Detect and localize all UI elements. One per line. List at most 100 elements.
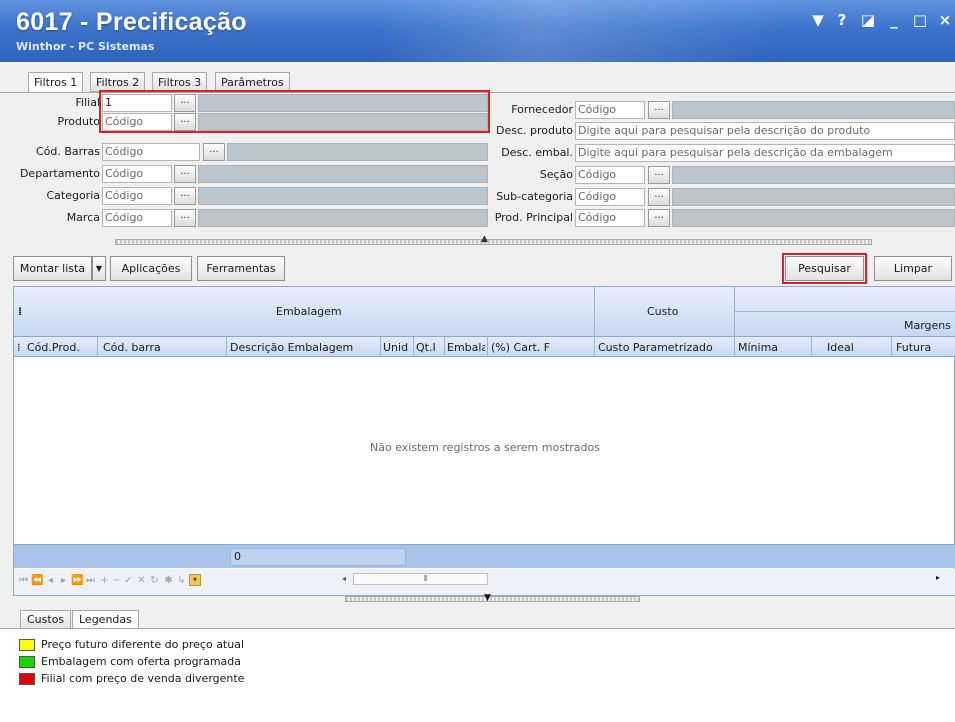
band-custo: Custo	[647, 305, 679, 318]
last-page-icon[interactable]: ⏭	[85, 575, 96, 586]
col-divider	[594, 337, 595, 357]
scroll-thumb-icon[interactable]: ⦀	[424, 574, 428, 584]
sub-categoria-input[interactable]: Código	[575, 188, 645, 206]
desc-embal-input[interactable]: Digite aqui para pesquisar pela descriçã…	[575, 144, 955, 162]
prod-principal-ellipsis-button[interactable]: ...	[648, 209, 670, 227]
maximize-icon[interactable]: □	[910, 9, 930, 31]
filial-produto-highlight	[99, 90, 490, 133]
departamento-ellipsis-button[interactable]: ...	[174, 165, 196, 183]
prod-principal-description	[672, 209, 955, 227]
cod-barras-ellipsis-button[interactable]: ...	[203, 143, 225, 161]
prev-page-icon[interactable]: ⏪	[31, 575, 43, 586]
collapse-down-icon[interactable]: ▼	[484, 593, 491, 603]
legend-swatch-yellow	[19, 639, 35, 651]
fornecedor-ellipsis-button[interactable]: ...	[648, 101, 670, 119]
produto-label: Produto	[57, 115, 100, 128]
col-unid[interactable]: Unid	[383, 341, 413, 354]
prod-principal-input[interactable]: Código	[575, 209, 645, 227]
col-divider	[380, 337, 381, 357]
sub-categoria-description	[672, 188, 955, 206]
confirm-icon[interactable]: ✓	[123, 575, 134, 586]
grid-summary-row: 0	[14, 544, 955, 568]
departamento-input[interactable]: Código	[102, 165, 172, 183]
col-cod-prod[interactable]: Cód.Prod.	[27, 341, 95, 354]
filter-splitter[interactable]	[115, 239, 872, 245]
legend-item: Embalagem com oferta programada	[41, 655, 241, 668]
col-minima[interactable]: Mínima	[738, 341, 808, 354]
restore-icon[interactable]: ◪	[858, 9, 878, 31]
prev-record-icon[interactable]: ◂	[45, 575, 56, 586]
bottom-splitter[interactable]	[345, 596, 640, 602]
ferramentas-button[interactable]: Ferramentas	[197, 256, 285, 281]
categoria-description	[198, 187, 488, 205]
scroll-right-icon[interactable]: ▸	[936, 573, 940, 582]
secao-label: Seção	[539, 168, 573, 181]
fornecedor-description	[672, 101, 955, 119]
row-indicator: ⁞	[17, 341, 21, 354]
sub-categoria-ellipsis-button[interactable]: ...	[648, 188, 670, 206]
col-cart-f[interactable]: (%) Cart. F	[491, 341, 591, 354]
cod-barras-input[interactable]: Código	[102, 143, 200, 161]
minimize-icon[interactable]: _	[884, 9, 904, 31]
secao-ellipsis-button[interactable]: ...	[648, 166, 670, 184]
col-futura[interactable]: Futura	[896, 341, 954, 354]
next-record-icon[interactable]: ▸	[58, 575, 69, 586]
marca-input[interactable]: Código	[102, 209, 172, 227]
menu-down-icon[interactable]: ▼	[808, 9, 828, 31]
tab-filtros-3[interactable]: Filtros 3	[152, 72, 208, 92]
col-ideal[interactable]: Ideal	[827, 341, 887, 354]
col-divider	[444, 337, 445, 357]
tab-parametros[interactable]: Parâmetros	[215, 72, 290, 92]
band-divider	[594, 287, 595, 337]
empty-state-message: Não existem registros a serem mostrados	[370, 441, 600, 454]
col-divider	[97, 337, 98, 357]
close-icon[interactable]: ×	[935, 9, 955, 31]
marca-ellipsis-button[interactable]: ...	[174, 209, 196, 227]
fornecedor-input[interactable]: Código	[575, 101, 645, 119]
scroll-left-icon[interactable]: ◂	[342, 574, 346, 584]
tab-filtros-1[interactable]: Filtros 1	[28, 72, 84, 93]
tab-legendas[interactable]: Legendas	[72, 610, 139, 630]
desc-embal-label: Desc. embal.	[501, 146, 573, 159]
goto-bookmark-icon[interactable]: ↳	[176, 575, 187, 586]
pesquisar-highlight	[782, 253, 867, 284]
prod-principal-label: Prod. Principal	[494, 211, 573, 224]
marca-description	[198, 209, 488, 227]
col-divider	[226, 337, 227, 357]
col-divider	[487, 337, 488, 357]
filter-icon[interactable]: ▾	[189, 574, 201, 586]
departamento-description	[198, 165, 488, 183]
categoria-input[interactable]: Código	[102, 187, 172, 205]
tab-filtros-2[interactable]: Filtros 2	[90, 72, 146, 92]
departamento-label: Departamento	[19, 167, 100, 180]
sub-categoria-label: Sub-categoria	[496, 190, 573, 203]
collapse-up-icon[interactable]: ▲	[481, 234, 488, 244]
legend-panel: Preço futuro diferente do preço atual Em…	[0, 628, 955, 722]
col-descricao-embalagem[interactable]: Descrição Embalagem	[230, 341, 378, 354]
col-custo-parametrizado[interactable]: Custo Parametrizado	[598, 341, 732, 354]
help-icon[interactable]: ?	[832, 9, 852, 31]
desc-produto-input[interactable]: Digite aqui para pesquisar pela descriçã…	[575, 122, 955, 140]
categoria-ellipsis-button[interactable]: ...	[174, 187, 196, 205]
col-embala[interactable]: Embala	[447, 341, 485, 354]
montar-lista-button[interactable]: Montar lista	[13, 256, 92, 281]
next-page-icon[interactable]: ⏩	[71, 575, 83, 586]
grid-horizontal-scrollbar[interactable]: ◂ ⦀	[342, 573, 488, 585]
col-cod-barra[interactable]: Cód. barra	[103, 341, 203, 354]
col-qt[interactable]: Qt.I	[416, 341, 442, 354]
delete-icon[interactable]: −	[111, 575, 122, 586]
first-page-icon[interactable]: ⏮	[18, 575, 29, 586]
legend-swatch-red	[19, 673, 35, 685]
grid-band-header: ⁞ Embalagem Custo Margens	[14, 287, 955, 337]
montar-lista-dropdown-icon[interactable]: ▼	[92, 256, 106, 281]
refresh-icon[interactable]: ↻	[149, 575, 160, 586]
aplicacoes-button[interactable]: Aplicações	[110, 256, 192, 281]
limpar-button[interactable]: Limpar	[874, 256, 952, 281]
secao-input[interactable]: Código	[575, 166, 645, 184]
cancel-icon[interactable]: ✕	[136, 575, 147, 586]
cod-barras-description	[227, 143, 488, 161]
bookmark-icon[interactable]: ✱	[163, 575, 174, 586]
band-indicator: ⁞	[18, 305, 23, 318]
insert-icon[interactable]: +	[99, 575, 110, 586]
tab-custos[interactable]: Custos	[20, 610, 72, 629]
